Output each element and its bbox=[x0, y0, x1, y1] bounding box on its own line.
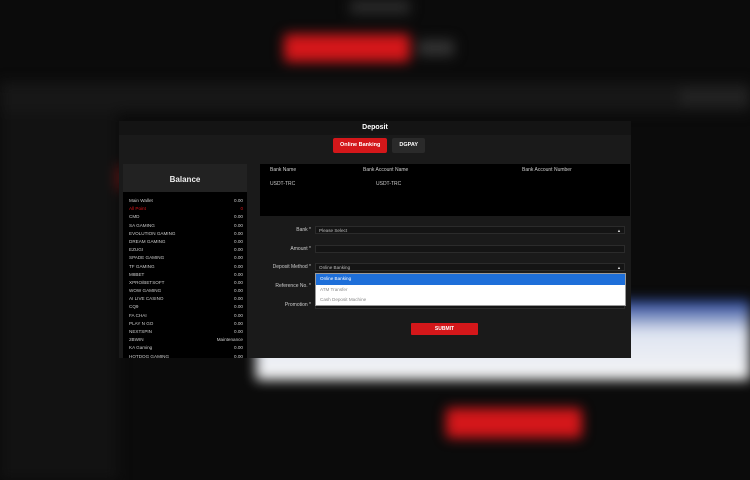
balance-row: WOW GAMING 0.00 bbox=[129, 287, 243, 295]
option-cash-deposit-machine[interactable]: Cash Deposit Machine bbox=[316, 295, 625, 306]
bg-sidebar bbox=[0, 112, 118, 480]
balance-row-value: 0.00 bbox=[234, 230, 243, 236]
deposit-method-label: Deposit Method * bbox=[272, 264, 311, 270]
deposit-method-dropdown: Online Banking ATM Transfer Cash Deposit… bbox=[315, 273, 626, 306]
balance-row-value: 0.00 bbox=[234, 198, 243, 203]
deposit-method-select[interactable]: Online Banking ▲︎ bbox=[315, 263, 625, 271]
balance-row: AI LIVE CASINO 0.00 bbox=[129, 295, 243, 303]
balance-row-value: 0.00 bbox=[234, 247, 243, 253]
balance-row-name: AI LIVE CASINO bbox=[129, 296, 164, 302]
option-atm-transfer[interactable]: ATM Transfer bbox=[316, 285, 625, 296]
bg-logo bbox=[350, 0, 410, 14]
bg-nav-right bbox=[680, 88, 750, 106]
balance-panel: Balance Main Wallet 0.00 All Point 0 CMD 0.00… bbox=[123, 164, 247, 358]
balance-row-name: Main Wallet bbox=[129, 198, 153, 203]
balance-row: XPRO/BETSOFT 0.00 bbox=[129, 279, 243, 287]
balance-row: All Point 0 bbox=[129, 205, 243, 213]
deposit-modal: Deposit Online Banking DGPAY Balance Mai… bbox=[119, 121, 631, 358]
balance-row-value: 0.00 bbox=[234, 329, 243, 334]
balance-row-value: 0.00 bbox=[234, 320, 243, 326]
balance-row-value: 0.00 bbox=[234, 255, 243, 261]
balance-row-value: 0 bbox=[240, 206, 243, 212]
bank-label: Bank * bbox=[296, 227, 311, 233]
header-bank-account-number: Bank Account Number bbox=[522, 167, 572, 173]
cell-bank-account-name: USDT-TRC bbox=[376, 181, 402, 187]
header-bank-name: Bank Name bbox=[270, 167, 297, 173]
balance-row: FA CHAI 0.00 bbox=[129, 312, 243, 320]
balance-row: KA Gaming 0.00 bbox=[129, 344, 243, 352]
chevron-down-icon: ▲︎ bbox=[617, 265, 621, 270]
modal-title: Deposit bbox=[119, 121, 631, 135]
balance-row-name: CQ9 bbox=[129, 304, 139, 310]
chevron-down-icon: ▲︎ bbox=[617, 228, 621, 233]
balance-row: M8BET 0.00 bbox=[129, 271, 243, 279]
balance-row: Main Wallet 0.00 bbox=[129, 197, 243, 205]
balance-row-value: 0.00 bbox=[234, 345, 243, 351]
balance-row-value: 0.00 bbox=[234, 304, 243, 310]
balance-row: HOTDOG GAMING 0.00 bbox=[129, 353, 243, 358]
balance-row-name: DREAM GAMING bbox=[129, 238, 166, 244]
bg-join-button bbox=[418, 40, 454, 56]
balance-row-value: 0.00 bbox=[234, 288, 243, 294]
deposit-method-value: Online Banking bbox=[319, 265, 351, 270]
amount-label: Amount * bbox=[290, 246, 311, 252]
balance-row-name: SPADE GAMING bbox=[129, 255, 165, 261]
balance-row-value: 0.00 bbox=[234, 296, 243, 302]
balance-row: NEXTSPIN 0.00 bbox=[129, 328, 243, 336]
bank-select-value: Please Select bbox=[319, 228, 348, 233]
balance-row-name: PLAY N GO bbox=[129, 320, 154, 326]
balance-row-value: 0.00 bbox=[234, 271, 243, 277]
balance-row: SA GAMING 0.00 bbox=[129, 222, 243, 230]
balance-list: Main Wallet 0.00 All Point 0 CMD 0.00 SA GAMIN… bbox=[123, 192, 247, 358]
tab-dgpay[interactable]: DGPAY bbox=[392, 138, 425, 153]
balance-row-name: TF GAMING bbox=[129, 263, 155, 269]
balance-row: TF GAMING 0.00 bbox=[129, 263, 243, 271]
balance-row-name: FA CHAI bbox=[129, 312, 147, 318]
balance-row-name: NEXTSPIN bbox=[129, 329, 152, 334]
bank-select[interactable]: Please Select ▲︎ bbox=[315, 226, 625, 234]
balance-row-name: 2BWIN bbox=[129, 337, 144, 343]
balance-row: 2BWIN Maintenance bbox=[129, 336, 243, 344]
balance-row-value: 0.00 bbox=[234, 353, 243, 358]
promotion-label: Promotion * bbox=[284, 302, 311, 308]
deposit-tabs: Online Banking DGPAY bbox=[333, 138, 425, 153]
amount-input[interactable] bbox=[315, 245, 625, 253]
bg-red-button bbox=[446, 408, 582, 438]
balance-row: CQ9 0.00 bbox=[129, 303, 243, 311]
bg-login-button bbox=[284, 34, 410, 62]
tab-online-banking[interactable]: Online Banking bbox=[333, 138, 388, 153]
balance-row: CMD 0.00 bbox=[129, 213, 243, 221]
balance-row-value: 0.00 bbox=[234, 238, 243, 244]
balance-row-value: Maintenance bbox=[216, 337, 243, 343]
balance-row-name: EVOLUTION GAMING bbox=[129, 230, 176, 236]
balance-row-value: 0.00 bbox=[234, 214, 243, 220]
balance-row-value: 0.00 bbox=[234, 312, 243, 318]
balance-row-name: M8BET bbox=[129, 271, 145, 277]
balance-row: PLAY N GO 0.00 bbox=[129, 320, 243, 328]
balance-row-name: All Point bbox=[129, 206, 146, 212]
balance-row-name: HOTDOG GAMING bbox=[129, 353, 170, 358]
balance-row: SPADE GAMING 0.00 bbox=[129, 254, 243, 262]
balance-row: EVOLUTION GAMING 0.00 bbox=[129, 230, 243, 238]
submit-button[interactable]: SUBMIT bbox=[411, 323, 478, 335]
reference-label: Reference No. * bbox=[275, 283, 311, 289]
balance-row-value: 0.00 bbox=[234, 279, 243, 285]
balance-row-name: EZUGI bbox=[129, 247, 144, 253]
balance-row: EZUGI 0.00 bbox=[129, 246, 243, 254]
bg-nav-bar bbox=[0, 82, 750, 112]
balance-row-name: KA Gaming bbox=[129, 345, 153, 351]
balance-row: DREAM GAMING 0.00 bbox=[129, 238, 243, 246]
balance-row-name: SA GAMING bbox=[129, 222, 155, 228]
option-online-banking[interactable]: Online Banking bbox=[316, 274, 625, 285]
balance-title: Balance bbox=[123, 164, 247, 192]
balance-row-name: CMD bbox=[129, 214, 140, 220]
balance-row-value: 0.00 bbox=[234, 263, 243, 269]
balance-row-name: WOW GAMING bbox=[129, 288, 162, 294]
bank-table: Bank Name Bank Account Name Bank Account… bbox=[260, 164, 630, 216]
header-bank-account-name: Bank Account Name bbox=[363, 167, 409, 173]
balance-row-name: XPRO/BETSOFT bbox=[129, 279, 165, 285]
balance-row-value: 0.00 bbox=[234, 222, 243, 228]
cell-bank-name[interactable]: USDT-TRC bbox=[270, 181, 295, 187]
